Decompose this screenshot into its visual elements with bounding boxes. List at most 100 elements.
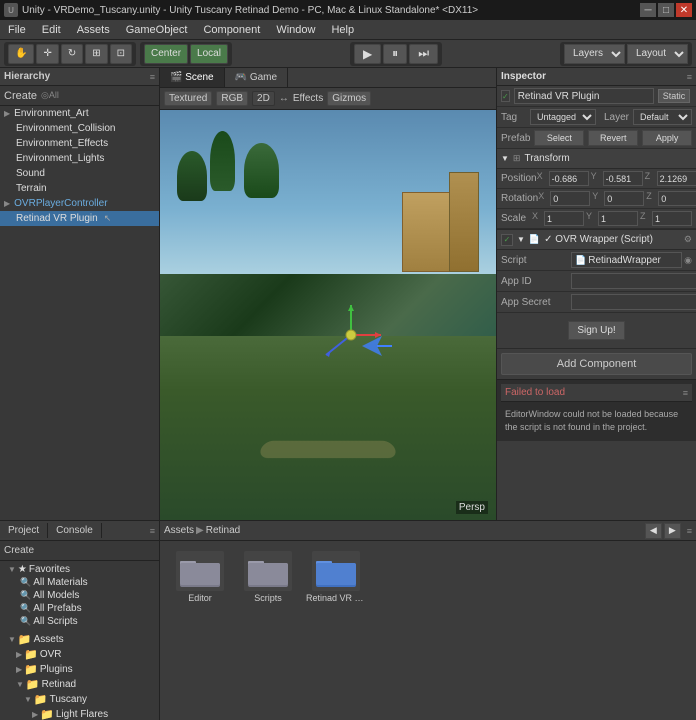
menu-window[interactable]: Window <box>268 20 323 39</box>
project-toolbar: Create <box>0 541 159 561</box>
project-menu[interactable]: ≡ <box>150 526 159 536</box>
assets-fwd-button[interactable]: ▶ <box>664 523 681 539</box>
asset-item-scripts[interactable]: Scripts <box>238 551 298 603</box>
assets-menu[interactable]: ≡ <box>687 526 692 536</box>
hierarchy-item-selected[interactable]: Retinad VR Plugin ↖ <box>0 211 159 226</box>
center-button[interactable]: Center <box>144 44 188 64</box>
maximize-button[interactable]: □ <box>658 3 674 17</box>
select-button[interactable]: Select <box>534 130 584 146</box>
scene-view[interactable]: Persp <box>160 110 496 520</box>
textured-label[interactable]: Textured <box>164 91 212 106</box>
hierarchy-item[interactable]: Environment_Effects <box>0 136 159 151</box>
retinad-folder[interactable]: ▼ 📁 Retinad <box>4 677 155 692</box>
position-label: Position <box>501 173 537 184</box>
asset-item-editor[interactable]: Editor <box>170 551 230 603</box>
menu-file[interactable]: File <box>0 20 34 39</box>
wrapper-menu[interactable]: ⚙ <box>684 234 692 245</box>
fav-models[interactable]: 🔍 All Models <box>4 589 155 602</box>
fav-prefabs[interactable]: 🔍 All Prefabs <box>4 602 155 615</box>
obj-name-input[interactable] <box>514 88 654 104</box>
appsecret-label: App Secret <box>501 297 571 308</box>
pos-y-input[interactable] <box>603 171 643 186</box>
project-create[interactable]: Create <box>4 545 34 556</box>
script-select-icon[interactable]: ◉ <box>684 255 692 266</box>
menu-assets[interactable]: Assets <box>69 20 118 39</box>
assets-root-folder[interactable]: ▼ 📁 Assets <box>4 632 155 647</box>
menu-edit[interactable]: Edit <box>34 20 69 39</box>
appid-input[interactable] <box>571 273 696 289</box>
tag-dropdown[interactable]: Untagged <box>530 109 596 125</box>
hierarchy-item[interactable]: ▶ OVRPlayerController <box>0 196 159 211</box>
breadcrumb-retinad[interactable]: Retinad <box>206 525 240 536</box>
rotate-tool[interactable]: ↻ <box>61 44 83 64</box>
menu-component[interactable]: Component <box>195 20 268 39</box>
minimize-button[interactable]: ─ <box>640 3 656 17</box>
menu-gameobject[interactable]: GameObject <box>118 20 196 39</box>
play-button[interactable]: ▶ <box>354 44 381 64</box>
tab-console[interactable]: Console <box>48 523 102 538</box>
scale-tool[interactable]: ⊞ <box>85 44 107 64</box>
window-controls[interactable]: ─ □ ✕ <box>640 3 692 17</box>
effects-label[interactable]: Effects <box>293 93 323 104</box>
lightflares-folder[interactable]: ▶ 📁 Light Flares <box>4 707 155 720</box>
layout-dropdown[interactable]: Layout <box>627 44 688 64</box>
failed-menu[interactable]: ≡ <box>683 388 688 398</box>
rot-z-input[interactable] <box>658 191 696 206</box>
breadcrumb-assets[interactable]: Assets <box>164 525 194 536</box>
tab-project[interactable]: Project <box>0 523 48 538</box>
tag-label: Tag <box>501 112 526 123</box>
close-button[interactable]: ✕ <box>676 3 692 17</box>
wrapper-header[interactable]: ▼ 📄 ✓ OVR Wrapper (Script) ⚙ <box>497 230 696 250</box>
script-file-icon: 📄 <box>575 255 586 266</box>
obj-active-checkbox[interactable] <box>501 90 510 102</box>
gizmos-label[interactable]: Gizmos <box>327 91 371 106</box>
inspector-title: Inspector <box>501 71 546 82</box>
rot-x-input[interactable] <box>550 191 590 206</box>
2d-label[interactable]: 2D <box>252 91 275 106</box>
transform-header[interactable]: ▼ ⊞ Transform <box>497 149 696 169</box>
wrapper-active-checkbox[interactable] <box>501 234 513 246</box>
layer-dropdown[interactable]: Default <box>633 109 692 125</box>
ovr-folder[interactable]: ▶ 📁 OVR <box>4 647 155 662</box>
local-button[interactable]: Local <box>190 44 228 64</box>
scale-y-input[interactable] <box>598 211 638 226</box>
scale-z-input[interactable] <box>652 211 692 226</box>
tuscany-folder[interactable]: ▼ 📁 Tuscany <box>4 692 155 707</box>
hierarchy-item[interactable]: ▶ Environment_Art <box>0 106 159 121</box>
scale-x-input[interactable] <box>544 211 584 226</box>
hand-tool[interactable]: ✋ <box>8 44 34 64</box>
revert-button[interactable]: Revert <box>588 130 638 146</box>
fav-scripts[interactable]: 🔍 All Scripts <box>4 615 155 628</box>
transform-icon: ⊞ <box>513 153 521 164</box>
rgb-label[interactable]: RGB <box>216 91 248 106</box>
hierarchy-create[interactable]: Create <box>4 90 37 102</box>
menu-help[interactable]: Help <box>323 20 362 39</box>
pos-z-input[interactable] <box>657 171 696 186</box>
assets-back-button[interactable]: ◀ <box>645 523 662 539</box>
appsecret-input[interactable] <box>571 294 696 310</box>
pos-x-input[interactable] <box>549 171 589 186</box>
tab-game[interactable]: 🎮 Game <box>225 68 288 87</box>
pause-button[interactable]: ⏸ <box>383 44 407 64</box>
bottom-panels: Project Console ≡ Create ▼ ★ Favorites 🔍… <box>0 520 696 720</box>
apply-button[interactable]: Apply <box>642 130 692 146</box>
asset-item-retinad-vr[interactable]: Retinad VR Plug.. <box>306 551 366 603</box>
rot-y-input[interactable] <box>604 191 644 206</box>
layers-dropdown[interactable]: Layers <box>564 44 625 64</box>
inspector-panel: Inspector ≡ Static ▼ Tag Untagged Layer … <box>496 68 696 520</box>
tab-scene[interactable]: 🎬 Scene <box>160 68 225 87</box>
add-component-button[interactable]: Add Component <box>501 353 692 375</box>
hierarchy-item[interactable]: Sound <box>0 166 159 181</box>
step-button[interactable]: ⏭ <box>409 44 438 64</box>
favorites-folder[interactable]: ▼ ★ Favorites <box>4 563 155 576</box>
move-tool[interactable]: ✛ <box>36 44 58 64</box>
layer-label: Layer <box>604 112 629 123</box>
fav-materials[interactable]: 🔍 All Materials <box>4 576 155 589</box>
signup-button[interactable]: Sign Up! <box>568 321 624 340</box>
hierarchy-item[interactable]: Environment_Collision <box>0 121 159 136</box>
hierarchy-item[interactable]: Environment_Lights <box>0 151 159 166</box>
rect-tool[interactable]: ⊡ <box>110 44 132 64</box>
hierarchy-item[interactable]: Terrain <box>0 181 159 196</box>
plugins-folder[interactable]: ▶ 📁 Plugins <box>4 662 155 677</box>
hierarchy-search[interactable]: ◎All <box>41 90 59 101</box>
